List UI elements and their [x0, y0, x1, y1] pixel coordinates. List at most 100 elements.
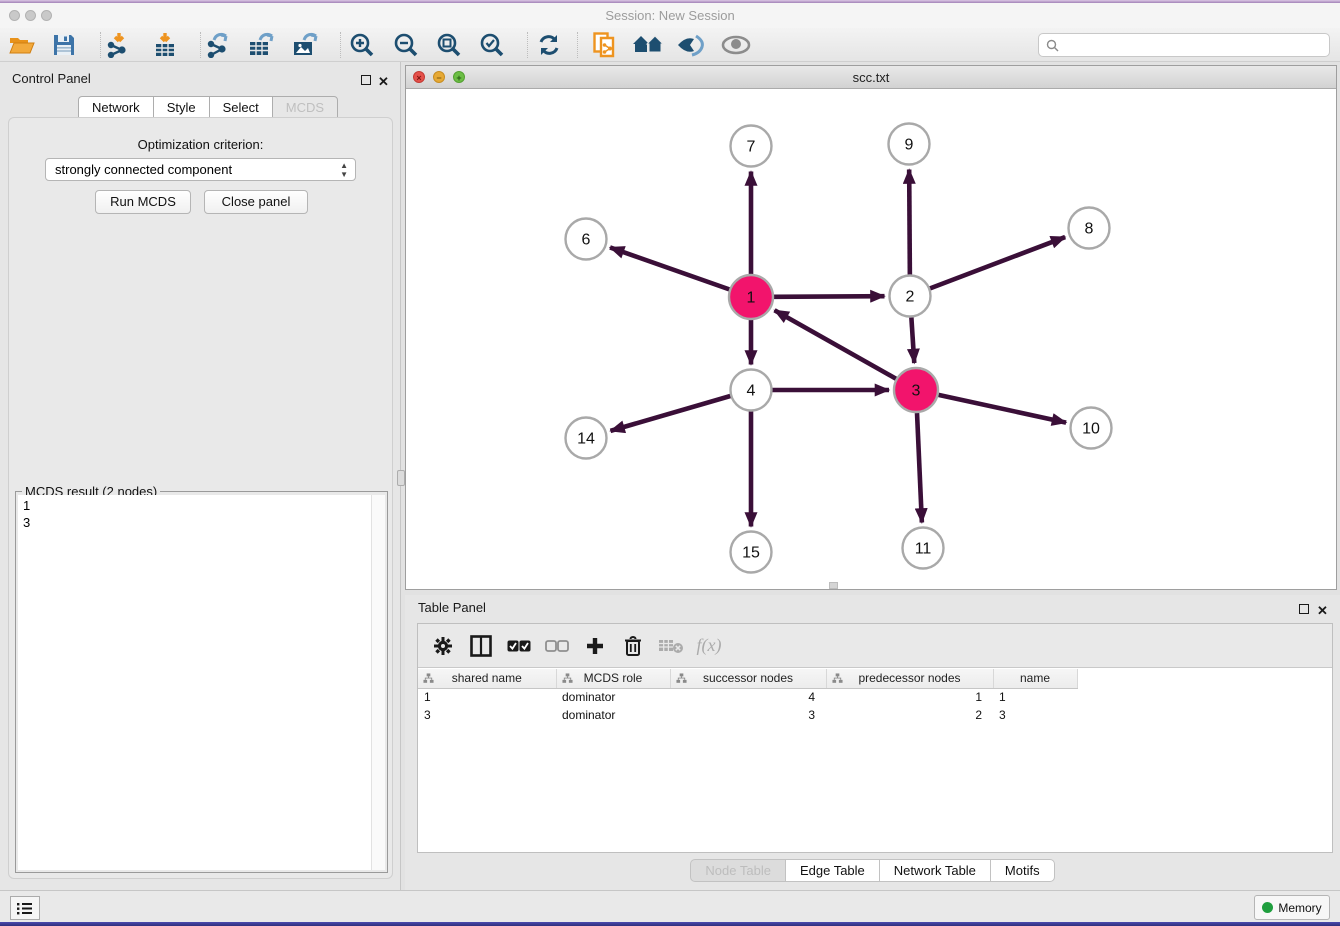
tab-style[interactable]: Style: [153, 96, 209, 118]
graph-node-2[interactable]: 2: [890, 276, 931, 317]
export-image-icon[interactable]: [288, 30, 324, 60]
node-table[interactable]: shared nameMCDS rolesuccessor nodesprede…: [418, 669, 1078, 724]
run-mcds-button[interactable]: Run MCDS: [95, 190, 191, 214]
close-panel-button[interactable]: Close panel: [204, 190, 308, 214]
column-header-shared-name[interactable]: shared name: [418, 669, 556, 688]
open-session-icon[interactable]: [4, 30, 40, 60]
control-panel-title: Control Panel: [12, 71, 91, 86]
edge-3-1[interactable]: [775, 310, 896, 378]
hide-selected-icon[interactable]: [673, 30, 709, 60]
select-all-icon[interactable]: [502, 629, 536, 663]
mcds-result-group: MCDS result (2 nodes) 1 3: [15, 491, 388, 873]
column-header-predecessor-nodes[interactable]: predecessor nodes: [826, 669, 993, 688]
table-cell[interactable]: 3: [670, 706, 826, 724]
network-canvas[interactable]: 7 9 6 8 1 2 4 3 14 10 15 11: [406, 89, 1336, 589]
edge-1-2[interactable]: [774, 296, 885, 297]
delete-row-icon[interactable]: [616, 629, 650, 663]
column-header-MCDS-role[interactable]: MCDS role: [556, 669, 670, 688]
table-cell[interactable]: 3: [418, 706, 556, 724]
task-history-button[interactable]: [10, 896, 40, 920]
graph-node-6[interactable]: 6: [566, 219, 607, 260]
graph-node-14[interactable]: 14: [566, 418, 607, 459]
column-sort-icon: [423, 673, 434, 684]
edge-2-9[interactable]: [909, 169, 910, 274]
graph-node-11[interactable]: 11: [903, 528, 944, 569]
graph-node-4[interactable]: 4: [731, 370, 772, 411]
table-settings-icon[interactable]: [426, 629, 460, 663]
table-cell[interactable]: 2: [826, 706, 993, 724]
graph-node-3[interactable]: 3: [894, 368, 938, 412]
zoom-out-icon[interactable]: [388, 30, 424, 60]
edge-4-14[interactable]: [610, 396, 730, 431]
result-scrollbar[interactable]: [371, 495, 385, 870]
float-panel-icon[interactable]: [361, 72, 371, 90]
apply-layout-icon[interactable]: [630, 30, 666, 60]
network-view-window: × − + scc.txt 7 9 6 8 1 2 4 3 14 10 15 11: [405, 65, 1337, 590]
svg-text:14: 14: [577, 431, 595, 448]
table-row[interactable]: 3dominator323: [418, 706, 1077, 724]
tab-network[interactable]: Network: [78, 96, 153, 118]
add-row-icon[interactable]: [578, 629, 612, 663]
zoom-in-icon[interactable]: [344, 30, 380, 60]
save-session-icon[interactable]: [46, 30, 82, 60]
tab-motifs[interactable]: Motifs: [990, 859, 1055, 882]
graph-node-8[interactable]: 8: [1069, 208, 1110, 249]
tab-network-table[interactable]: Network Table: [879, 859, 990, 882]
memory-button[interactable]: Memory: [1254, 895, 1330, 920]
table-row[interactable]: 1dominator411: [418, 688, 1077, 706]
column-header-successor-nodes[interactable]: successor nodes: [670, 669, 826, 688]
table-cell[interactable]: 4: [670, 688, 826, 706]
zoom-fit-icon[interactable]: [431, 30, 467, 60]
search-field[interactable]: [1038, 33, 1330, 57]
import-network-icon[interactable]: [101, 30, 137, 60]
export-network-icon[interactable]: [201, 30, 237, 60]
node-table-header[interactable]: shared nameMCDS rolesuccessor nodesprede…: [418, 669, 1077, 688]
network-graph[interactable]: 7 9 6 8 1 2 4 3 14 10 15 11: [406, 89, 1336, 589]
svg-text:8: 8: [1085, 221, 1094, 238]
close-panel-icon[interactable]: ✕: [378, 73, 389, 91]
optimization-criterion-value: strongly connected component: [55, 162, 232, 177]
graph-node-1[interactable]: 1: [729, 275, 773, 319]
table-cell[interactable]: dominator: [556, 688, 670, 706]
show-all-icon[interactable]: [718, 30, 754, 60]
edge-2-3[interactable]: [911, 317, 914, 363]
search-input[interactable]: [1064, 38, 1329, 52]
graph-node-9[interactable]: 9: [889, 124, 930, 165]
zoom-selected-icon[interactable]: [474, 30, 510, 60]
table-cell[interactable]: 1: [418, 688, 556, 706]
tab-edge-table[interactable]: Edge Table: [785, 859, 879, 882]
graph-node-7[interactable]: 7: [731, 126, 772, 167]
deselect-all-icon[interactable]: [540, 629, 574, 663]
canvas-scroll-grip[interactable]: [829, 582, 838, 589]
optimization-criterion-select[interactable]: strongly connected component ▲▼: [45, 158, 356, 181]
edge-3-11[interactable]: [917, 413, 922, 523]
edge-3-10[interactable]: [938, 395, 1066, 423]
control-panel: Control Panel ✕ NetworkStyleSelectMCDS O…: [0, 62, 401, 890]
table-cell[interactable]: 3: [993, 706, 1077, 724]
tab-mcds[interactable]: MCDS: [272, 96, 338, 118]
table-cell[interactable]: 1: [826, 688, 993, 706]
import-table-icon[interactable]: [147, 30, 183, 60]
memory-status-icon: [1262, 902, 1273, 913]
toggle-columns-icon[interactable]: [464, 629, 498, 663]
close-table-panel-icon[interactable]: ✕: [1317, 602, 1328, 620]
column-header-name[interactable]: name: [993, 669, 1077, 688]
refresh-icon[interactable]: [531, 30, 567, 60]
node-table-body[interactable]: 1dominator4113dominator323: [418, 688, 1077, 724]
svg-text:2: 2: [906, 289, 915, 306]
splitter-grip[interactable]: [397, 470, 405, 486]
table-panel: Table Panel ✕: [405, 595, 1340, 890]
float-table-panel-icon[interactable]: [1299, 601, 1309, 619]
export-table-icon[interactable]: [244, 30, 280, 60]
edge-2-8[interactable]: [930, 237, 1065, 288]
tab-node-table[interactable]: Node Table: [690, 859, 785, 882]
tab-select[interactable]: Select: [209, 96, 272, 118]
window-titlebar: Session: New Session: [0, 3, 1340, 28]
edge-1-6[interactable]: [610, 247, 729, 289]
table-cell[interactable]: dominator: [556, 706, 670, 724]
table-cell[interactable]: 1: [993, 688, 1077, 706]
graph-node-15[interactable]: 15: [731, 532, 772, 573]
clone-network-icon[interactable]: [587, 30, 623, 60]
network-window-titlebar[interactable]: × − + scc.txt: [406, 66, 1336, 89]
graph-node-10[interactable]: 10: [1071, 408, 1112, 449]
